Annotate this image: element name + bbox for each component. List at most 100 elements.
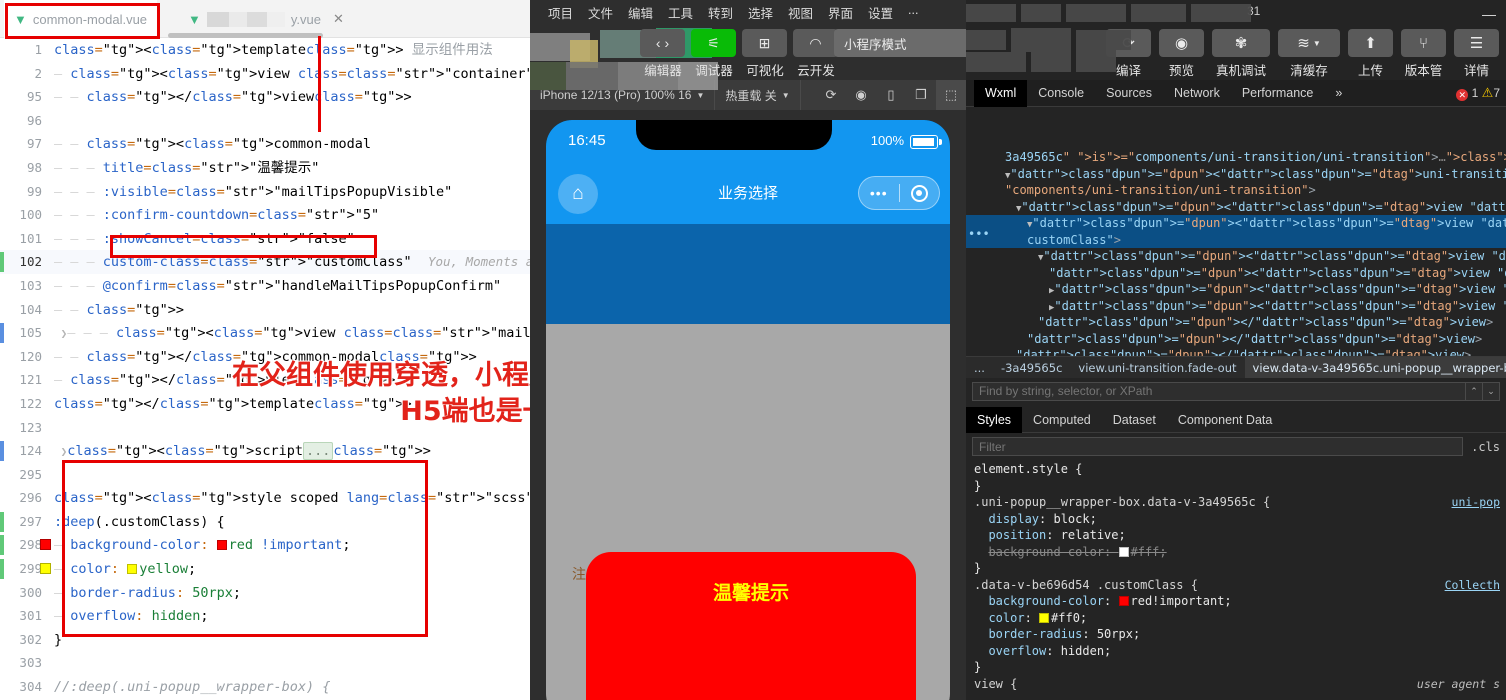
- code-line[interactable]: 303: [0, 651, 530, 675]
- dom-find-input[interactable]: [972, 381, 1466, 401]
- breadcrumb-item[interactable]: ...: [966, 357, 993, 378]
- style-tab-computed[interactable]: Computed: [1022, 407, 1102, 433]
- devtools-tab-»[interactable]: »: [1324, 80, 1353, 107]
- code-line[interactable]: 96: [0, 109, 530, 133]
- menu-item[interactable]: 选择: [748, 3, 773, 22]
- target-icon[interactable]: [900, 184, 940, 202]
- code-line[interactable]: 296 class="tg"><class="tg">style scoped l…: [0, 486, 530, 510]
- common-modal-dialog[interactable]: 温馨提示: [586, 552, 916, 700]
- wxml-dom-tree[interactable]: 3a49565c" ">is">="components/uni-transit…: [966, 107, 1506, 362]
- code-line[interactable]: 99— — — :visible=class="str">"mailTipsPo…: [0, 180, 530, 204]
- style-source-link[interactable]: uni-pop: [1452, 494, 1500, 511]
- code-line[interactable]: 124 ❯class="tg"><class="tg">script... cla…: [0, 439, 530, 463]
- toolbar-button-sliders-icon[interactable]: ⚟: [691, 29, 736, 57]
- dom-node[interactable]: 3a49565c" ">is">="components/uni-transit…: [966, 149, 1506, 166]
- toolbar-button-branch-icon[interactable]: ⑂: [1401, 29, 1446, 57]
- code-line[interactable]: 298— background-color: red !important;: [0, 533, 530, 557]
- code-line[interactable]: 98— — — title=class="str">"温馨提示": [0, 156, 530, 180]
- phone-icon[interactable]: ▯: [876, 87, 906, 103]
- style-rule-line[interactable]: position: relative;: [966, 527, 1506, 544]
- toolbar-button-upload-icon[interactable]: ⬆: [1348, 29, 1393, 57]
- style-rule-line[interactable]: overflow: hidden;: [966, 643, 1506, 660]
- style-tab-component-data[interactable]: Component Data: [1167, 407, 1284, 433]
- style-source-link[interactable]: Collecth: [1445, 577, 1500, 594]
- toolbar-button-cloud-icon[interactable]: ◠: [793, 29, 838, 57]
- code-line[interactable]: 105 ❯— — — class="tg"><class="tg">view c…: [0, 321, 530, 345]
- style-rule-line[interactable]: background-color: red!important;: [966, 593, 1506, 610]
- menu-item[interactable]: 编辑: [628, 3, 653, 22]
- more-icon[interactable]: •••: [859, 185, 899, 201]
- dom-node[interactable]: ▼"dattr">class"dpun">="dpun"><"dattr">cl…: [966, 215, 1506, 232]
- style-rule-line[interactable]: element.style {: [966, 461, 1506, 478]
- code-line[interactable]: 97— — class="tg"><class="tg">common-moda…: [0, 132, 530, 156]
- menu-item[interactable]: 项目: [548, 3, 573, 22]
- breadcrumb-item[interactable]: -3a49565c: [993, 357, 1070, 378]
- toolbar-button-eye-icon[interactable]: ◉: [1159, 29, 1204, 57]
- toolbar-button-menu-icon[interactable]: ☰: [1454, 29, 1499, 57]
- code-line[interactable]: 301— overflow: hidden;: [0, 604, 530, 628]
- hot-reload-selector[interactable]: 热重载 关 ▼: [715, 80, 801, 110]
- find-prev-icon[interactable]: ⌃: [1466, 381, 1483, 401]
- code-line[interactable]: 304//:deep(.uni-popup__wrapper-box) {: [0, 675, 530, 699]
- menu-item[interactable]: 界面: [828, 3, 853, 22]
- minimize-icon[interactable]: —: [1482, 6, 1496, 22]
- devtools-tab-console[interactable]: Console: [1027, 80, 1095, 107]
- menu-item[interactable]: 文件: [588, 3, 613, 22]
- toolbar-button-layout-icon[interactable]: ⊞: [742, 29, 787, 57]
- code-line[interactable]: 102— — — custom-class=class="str">"custo…: [0, 250, 530, 274]
- code-line[interactable]: 299— color: yellow;: [0, 557, 530, 581]
- toolbar-button-layers-icon[interactable]: ≋ ▼: [1278, 29, 1340, 57]
- toolbar-button-bug-icon[interactable]: ✾: [1212, 29, 1270, 57]
- dom-node[interactable]: ▶"dattr">class"dpun">="dpun"><"dattr">cl…: [966, 281, 1506, 298]
- toolbar-button-code-icon[interactable]: ‹ ›: [640, 29, 685, 57]
- code-line[interactable]: 95— — class="tg"></class="tg">viewclass=…: [0, 85, 530, 109]
- breadcrumb-item[interactable]: view.data-v-3a49565c.uni-popup__wrapper-…: [1244, 357, 1506, 378]
- editor-tab-common-modal[interactable]: ▼ common-modal.vue: [4, 0, 158, 38]
- windows-icon[interactable]: ❐: [906, 87, 936, 103]
- menu-item[interactable]: 设置: [868, 3, 893, 22]
- code-line[interactable]: 302}: [0, 628, 530, 652]
- dom-node[interactable]: ▶"dattr">class"dpun">="dpun"><"dattr">cl…: [966, 298, 1506, 315]
- devtools-tab-wxml[interactable]: Wxml: [974, 79, 1028, 107]
- style-rule-line[interactable]: display: block;: [966, 511, 1506, 528]
- style-rule-line[interactable]: background-color: #fff;: [966, 544, 1506, 561]
- style-tab-styles[interactable]: Styles: [966, 406, 1023, 433]
- dom-node[interactable]: "components/uni-transition/uni-transitio…: [966, 182, 1506, 199]
- menu-item[interactable]: 视图: [788, 3, 813, 22]
- dom-node[interactable]: "dattr">class"dpun">="dpun"><"dattr">cla…: [966, 265, 1506, 282]
- style-rule-line[interactable]: }: [966, 560, 1506, 577]
- devtools-tab-network[interactable]: Network: [1163, 80, 1231, 107]
- code-line[interactable]: 295: [0, 463, 530, 487]
- devtools-tab-performance[interactable]: Performance: [1231, 80, 1325, 107]
- style-rule-line[interactable]: }: [966, 478, 1506, 495]
- style-rules-list[interactable]: element.style {} .uni-popup__wrapper-box.…: [966, 461, 1506, 700]
- devtools-tab-sources[interactable]: Sources: [1095, 80, 1163, 107]
- dom-node[interactable]: ▼"dattr">class"dpun">="dpun"><"dattr">cl…: [966, 166, 1506, 183]
- menu-item[interactable]: ...: [908, 3, 918, 17]
- refresh-icon[interactable]: ⟳: [816, 87, 846, 103]
- dom-node[interactable]: ▼"dattr">class"dpun">="dpun"><"dattr">cl…: [966, 248, 1506, 265]
- style-tab-dataset[interactable]: Dataset: [1102, 407, 1167, 433]
- close-icon[interactable]: ✕: [333, 11, 344, 27]
- dom-node[interactable]: ▼"dattr">class"dpun">="dpun"><"dattr">cl…: [966, 199, 1506, 216]
- code-line[interactable]: 101— — — :showCancel=class="str">"false": [0, 227, 530, 251]
- code-line[interactable]: 2— class="tg"><class="tg">view class=cla…: [0, 62, 530, 86]
- dom-node[interactable]: "dattr">class"dpun">="dpun"></"dattr">cl…: [966, 331, 1506, 348]
- code-line[interactable]: 104— — class="tg">>: [0, 298, 530, 322]
- code-line[interactable]: 100— — — :confirm-countdown=class="str">…: [0, 203, 530, 227]
- record-icon[interactable]: ◉: [846, 87, 876, 103]
- dom-node[interactable]: customClass">: [966, 231, 1506, 248]
- code-line[interactable]: 1 class="tg"><class="tg">templateclass="t…: [0, 38, 530, 62]
- menu-item[interactable]: 工具: [668, 3, 693, 22]
- code-line[interactable]: 297:deep(.customClass) {: [0, 510, 530, 534]
- style-rule-line[interactable]: border-radius: 50rpx;: [966, 626, 1506, 643]
- code-line[interactable]: 300— border-radius: 50rpx;: [0, 581, 530, 605]
- cursor-select-icon[interactable]: ⬚: [936, 80, 966, 110]
- code-line[interactable]: 103— — — @confirm=class="str">"handleMai…: [0, 274, 530, 298]
- issue-counts[interactable]: ✕ 1 ⚠7: [1456, 85, 1506, 101]
- style-rule-line[interactable]: }: [966, 659, 1506, 676]
- style-rule-line[interactable]: color: #ff0;: [966, 610, 1506, 627]
- style-source-link[interactable]: user agent s: [1417, 676, 1500, 693]
- menu-item[interactable]: 转到: [708, 3, 733, 22]
- capsule-button[interactable]: •••: [858, 176, 940, 210]
